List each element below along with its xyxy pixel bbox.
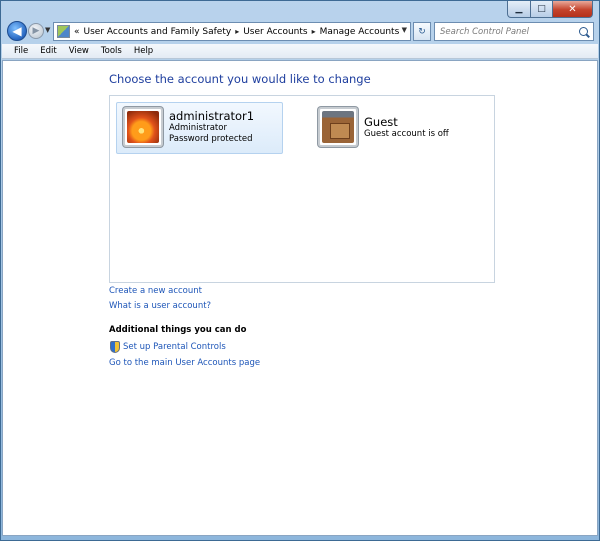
briefcase-picture-icon	[322, 111, 354, 143]
menu-file[interactable]: File	[8, 46, 34, 56]
refresh-icon: ↻	[418, 26, 426, 37]
address-bar[interactable]: « User Accounts and Family Safety ▸ User…	[53, 22, 411, 41]
menu-view[interactable]: View	[63, 46, 95, 56]
account-tile-guest[interactable]: Guest Guest account is off	[317, 107, 487, 159]
breadcrumb-separator[interactable]: ▸	[235, 27, 239, 36]
account-name: Guest	[364, 115, 398, 129]
account-tile-administrator1[interactable]: administrator1 Administrator Password pr…	[116, 102, 283, 154]
breadcrumb-separator[interactable]: ▸	[312, 27, 316, 36]
forward-button[interactable]: ▶	[28, 23, 44, 39]
account-status: Guest account is off	[364, 129, 449, 139]
flower-picture-icon	[127, 111, 159, 143]
maximize-button[interactable]: □	[531, 1, 553, 18]
menu-bar: File Edit View Tools Help	[2, 44, 598, 59]
what-is-account-link[interactable]: What is a user account?	[109, 301, 211, 311]
search-input[interactable]	[440, 26, 570, 37]
page-title: Choose the account you would like to cha…	[109, 72, 371, 86]
breadcrumb-overflow[interactable]: «	[74, 27, 80, 37]
main-user-accounts-link[interactable]: Go to the main User Accounts page	[109, 358, 260, 368]
search-box[interactable]	[434, 22, 594, 41]
control-panel-icon	[57, 25, 70, 38]
window: ▁ □ ✕ ◀ ▶ ▼ « User Accounts and Family S…	[0, 0, 600, 541]
breadcrumb-item-user-accounts[interactable]: User Accounts	[243, 27, 307, 37]
create-account-link[interactable]: Create a new account	[109, 286, 202, 296]
address-dropdown-icon[interactable]: ▼	[402, 26, 407, 34]
parental-controls-link[interactable]: Set up Parental Controls	[123, 342, 226, 352]
refresh-button[interactable]: ↻	[413, 22, 431, 41]
accounts-list: administrator1 Administrator Password pr…	[109, 95, 495, 283]
menu-edit[interactable]: Edit	[34, 46, 62, 56]
forward-arrow-icon: ▶	[32, 26, 40, 36]
account-status: Password protected	[169, 134, 253, 144]
account-picture	[318, 107, 358, 147]
back-arrow-icon: ◀	[12, 24, 22, 38]
account-picture	[123, 107, 163, 147]
close-button[interactable]: ✕	[553, 1, 593, 18]
content-pane: Choose the account you would like to cha…	[2, 60, 598, 536]
search-icon[interactable]	[579, 27, 588, 36]
navigation-bar: ◀ ▶ ▼ « User Accounts and Family Safety …	[1, 19, 599, 43]
shield-icon	[110, 341, 120, 353]
menu-tools[interactable]: Tools	[95, 46, 128, 56]
account-type: Administrator	[169, 123, 227, 133]
account-name: administrator1	[169, 109, 255, 123]
breadcrumb-item-manage-accounts[interactable]: Manage Accounts	[320, 27, 400, 37]
menu-help[interactable]: Help	[128, 46, 159, 56]
recent-pages-dropdown[interactable]: ▼	[45, 26, 50, 34]
breadcrumb-item-user-accounts-family-safety[interactable]: User Accounts and Family Safety	[84, 27, 232, 37]
minimize-button[interactable]: ▁	[507, 1, 531, 18]
caption-buttons: ▁ □ ✕	[507, 1, 593, 18]
additional-heading: Additional things you can do	[109, 325, 247, 335]
back-button[interactable]: ◀	[7, 21, 27, 41]
